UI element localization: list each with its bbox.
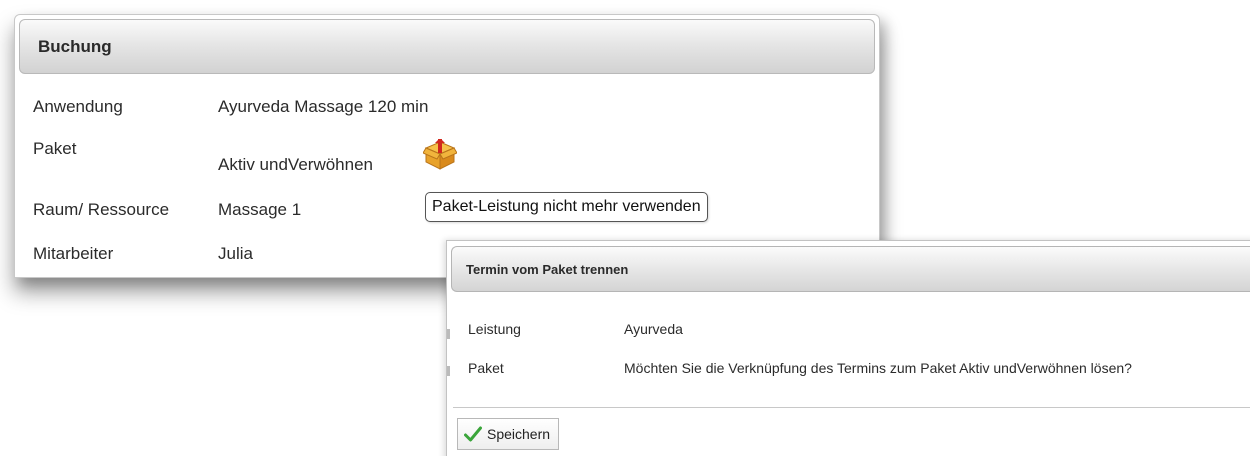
field-label: Raum/ Ressource: [33, 200, 170, 219]
save-button-label: Speichern: [487, 426, 551, 442]
field-value: Julia: [218, 244, 253, 263]
dialog-header: Termin vom Paket trennen: [451, 246, 1250, 292]
edge-mark: [447, 329, 450, 339]
screenshot-stage: Buchung Anwendung Ayurveda Massage 120 m…: [0, 0, 1250, 456]
field-value: Ayurveda Massage 120 min: [218, 97, 429, 116]
checkmark-icon: [464, 426, 482, 442]
dialog-row-label: Paket: [468, 360, 504, 376]
tooltip-paket-leistung: Paket-Leistung nicht mehr verwenden: [425, 192, 708, 222]
edge-mark: [447, 366, 450, 376]
unlink-package-dialog: Termin vom Paket trennen Leistung Ayurve…: [446, 240, 1250, 456]
booking-panel-header: Buchung: [19, 19, 875, 74]
dialog-row-value: Möchten Sie die Verknüpfung des Termins …: [624, 360, 1132, 376]
package-box-icon[interactable]: [423, 139, 457, 171]
field-label: Mitarbeiter: [33, 244, 114, 263]
booking-panel-title: Buchung: [38, 36, 112, 56]
field-label: Paket: [33, 139, 77, 158]
booking-panel: Buchung Anwendung Ayurveda Massage 120 m…: [14, 14, 880, 278]
save-button[interactable]: Speichern: [457, 418, 560, 450]
field-value: Aktiv undVerwöhnen: [218, 155, 373, 174]
dialog-row-value: Ayurveda: [624, 321, 683, 337]
field-value: Massage 1: [218, 200, 302, 219]
dialog-divider: [453, 407, 1250, 408]
field-label: Anwendung: [33, 97, 123, 116]
dialog-row-label: Leistung: [468, 321, 521, 337]
dialog-title: Termin vom Paket trennen: [466, 261, 629, 277]
